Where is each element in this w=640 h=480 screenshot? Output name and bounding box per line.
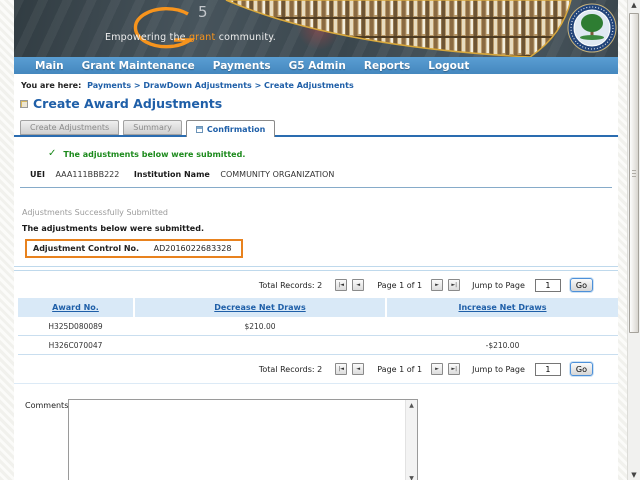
next-page-button[interactable]: ► bbox=[431, 363, 443, 375]
adjustment-control-value: AD2016022683328 bbox=[154, 244, 232, 253]
form-icon bbox=[196, 126, 203, 133]
nav-item-payments[interactable]: Payments bbox=[213, 60, 271, 72]
adjustment-control-box: Adjustment Control No. AD2016022683328 bbox=[25, 239, 243, 258]
breadcrumb: You are here: Payments > DrawDown Adjust… bbox=[21, 81, 618, 90]
page-title: Create Award Adjustments bbox=[33, 96, 222, 111]
status-text: Adjustments Successfully Submitted bbox=[22, 208, 618, 217]
comments-field-wrap: ▲ ▼ bbox=[68, 399, 418, 480]
nav-item-g5-admin[interactable]: G5 Admin bbox=[289, 60, 346, 72]
g5-logo-icon bbox=[126, 5, 208, 51]
last-page-button[interactable]: ►| bbox=[448, 279, 460, 291]
adjustment-control-label: Adjustment Control No. bbox=[33, 244, 139, 253]
table-row: H325D080089 $210.00 bbox=[18, 317, 618, 336]
tagline: Empowering the grant community. bbox=[105, 32, 276, 43]
go-button[interactable]: Go bbox=[570, 278, 593, 292]
textarea-scrollbar[interactable]: ▲ ▼ bbox=[405, 400, 417, 480]
title-row: Create Award Adjustments bbox=[20, 96, 618, 111]
table-row: H326C070047 -$210.00 bbox=[18, 336, 618, 355]
divider bbox=[14, 266, 618, 267]
institution-name-label: Institution Name bbox=[134, 170, 210, 179]
comments-label: Comments bbox=[25, 399, 68, 410]
jump-to-page-input[interactable] bbox=[535, 279, 561, 292]
tab-create-adjustments[interactable]: Create Adjustments bbox=[20, 120, 119, 135]
tagline-prefix: Empowering the bbox=[105, 32, 189, 43]
prev-page-button[interactable]: ◄ bbox=[352, 363, 364, 375]
submitted-text: The adjustments below were submitted. bbox=[22, 224, 618, 233]
page-indicator: Page 1 of 1 bbox=[377, 365, 422, 374]
scroll-up-icon[interactable]: ▲ bbox=[409, 402, 414, 409]
breadcrumb-prefix: You are here: bbox=[21, 81, 81, 90]
control-number-row: Adjustment Control No. AD2016022683328 bbox=[25, 236, 618, 258]
total-records: Total Records: 2 bbox=[259, 365, 322, 374]
department-of-education-seal-icon bbox=[567, 3, 617, 53]
jump-to-page-label: Jump to Page bbox=[472, 365, 525, 374]
nav-item-reports[interactable]: Reports bbox=[364, 60, 410, 72]
last-page-button[interactable]: ►| bbox=[448, 363, 460, 375]
total-records: Total Records: 2 bbox=[259, 281, 322, 290]
scroll-down-icon[interactable]: ▼ bbox=[628, 471, 640, 479]
section-icon bbox=[20, 100, 28, 108]
increase-net-draws-cell: -$210.00 bbox=[387, 341, 618, 350]
column-header-increase-net-draws[interactable]: Increase Net Draws bbox=[387, 298, 618, 317]
column-header-decrease-net-draws[interactable]: Decrease Net Draws bbox=[135, 298, 385, 317]
pagination-bottom: Total Records: 2 |◄ ◄ Page 1 of 1 ► ►| J… bbox=[14, 358, 618, 380]
page-content: 5 Empowering the grant community. Main G… bbox=[14, 0, 618, 480]
award-no-cell: H325D080089 bbox=[18, 322, 133, 331]
nav-item-logout[interactable]: Logout bbox=[428, 60, 469, 72]
jump-to-page-input[interactable] bbox=[535, 363, 561, 376]
adjustments-table: Award No. Decrease Net Draws Increase Ne… bbox=[18, 298, 618, 355]
tab-confirmation-label: Confirmation bbox=[207, 125, 265, 134]
success-message: ✓ The adjustments below were submitted. bbox=[48, 149, 618, 159]
divider bbox=[14, 270, 618, 271]
page-indicator: Page 1 of 1 bbox=[377, 281, 422, 290]
scrollbar-thumb[interactable] bbox=[629, 13, 639, 333]
page-scrollbar[interactable]: ▲ ▼ bbox=[627, 0, 640, 480]
success-message-text: The adjustments below were submitted. bbox=[63, 150, 245, 159]
uei-value: AAA111BBB222 bbox=[55, 170, 119, 179]
comments-input[interactable] bbox=[69, 400, 405, 480]
check-icon: ✓ bbox=[48, 149, 56, 159]
uei-label: UEI bbox=[30, 170, 45, 179]
first-page-button[interactable]: |◄ bbox=[335, 363, 347, 375]
comments-section: Comments ▲ ▼ bbox=[14, 399, 618, 480]
scroll-down-icon[interactable]: ▼ bbox=[409, 475, 414, 480]
go-button[interactable]: Go bbox=[570, 362, 593, 376]
scroll-up-icon[interactable]: ▲ bbox=[628, 1, 640, 9]
decrease-net-draws-cell: $210.00 bbox=[135, 322, 385, 331]
institution-details: UEI AAA111BBB222 Institution Name COMMUN… bbox=[30, 170, 618, 179]
bookshelf-image bbox=[14, 0, 618, 57]
tagline-suffix: community. bbox=[215, 32, 275, 43]
main-nav: Main Grant Maintenance Payments G5 Admin… bbox=[14, 57, 618, 74]
tab-confirmation[interactable]: Confirmation bbox=[186, 120, 275, 137]
next-page-button[interactable]: ► bbox=[431, 279, 443, 291]
institution-name-value: COMMUNITY ORGANIZATION bbox=[220, 170, 334, 179]
prev-page-button[interactable]: ◄ bbox=[352, 279, 364, 291]
g5-logo-five: 5 bbox=[198, 3, 208, 21]
pagination-top: Total Records: 2 |◄ ◄ Page 1 of 1 ► ►| J… bbox=[14, 274, 618, 296]
award-no-cell: H326C070047 bbox=[18, 341, 133, 350]
divider bbox=[20, 187, 612, 188]
tab-summary[interactable]: Summary bbox=[123, 120, 182, 135]
banner: 5 Empowering the grant community. bbox=[14, 0, 618, 57]
table-header-row: Award No. Decrease Net Draws Increase Ne… bbox=[18, 298, 618, 317]
tab-underline bbox=[14, 135, 618, 137]
breadcrumb-path[interactable]: Payments > DrawDown Adjustments > Create… bbox=[87, 81, 354, 90]
first-page-button[interactable]: |◄ bbox=[335, 279, 347, 291]
divider bbox=[14, 383, 618, 384]
nav-item-main[interactable]: Main bbox=[35, 60, 64, 72]
nav-item-grant-maintenance[interactable]: Grant Maintenance bbox=[82, 60, 195, 72]
column-header-award-no[interactable]: Award No. bbox=[18, 298, 133, 317]
tagline-highlight: grant bbox=[189, 32, 216, 43]
jump-to-page-label: Jump to Page bbox=[472, 281, 525, 290]
tab-bar: Create Adjustments Summary Confirmation bbox=[20, 120, 618, 135]
scrollbar-grip bbox=[632, 170, 636, 178]
